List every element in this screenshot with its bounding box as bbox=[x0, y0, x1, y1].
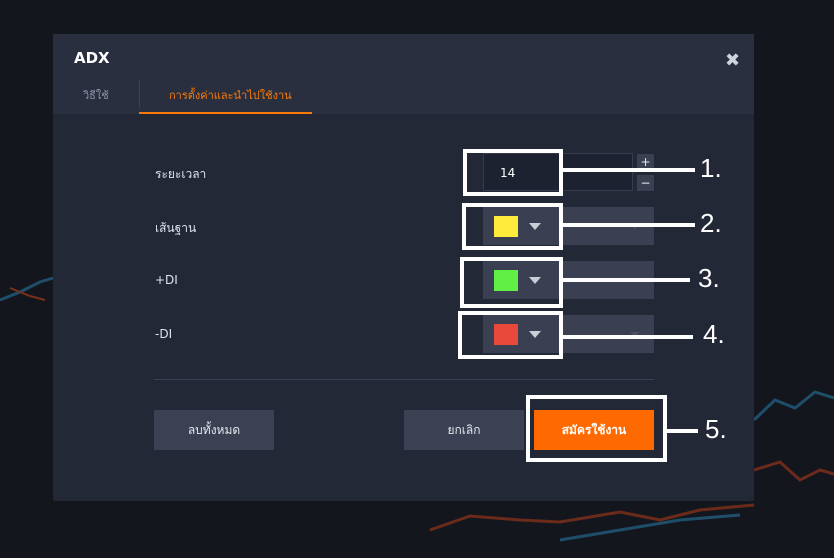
callout-number-3: 3. bbox=[698, 263, 720, 293]
callout-box-2 bbox=[462, 203, 563, 250]
baseline-label: เส้นฐาน bbox=[155, 221, 197, 235]
active-tab-indicator bbox=[139, 112, 312, 114]
separator bbox=[154, 379, 654, 380]
tab-usage[interactable]: วิธีใช้ bbox=[83, 86, 109, 104]
callout-box-1 bbox=[463, 149, 563, 196]
callout-line-1 bbox=[563, 168, 695, 172]
callout-number-5: 5. bbox=[705, 414, 727, 444]
dialog-title: ADX bbox=[74, 49, 110, 67]
callout-number-4: 4. bbox=[703, 319, 725, 349]
callout-line-3 bbox=[563, 278, 690, 282]
period-decrement-button[interactable]: − bbox=[637, 175, 654, 191]
period-label: ระยะเวลา bbox=[155, 167, 207, 181]
close-icon[interactable]: ✖ bbox=[725, 50, 740, 71]
callout-line-2 bbox=[563, 223, 695, 227]
dialog-header bbox=[53, 34, 754, 114]
callout-box-3 bbox=[460, 257, 563, 308]
callout-number-1: 1. bbox=[700, 153, 722, 183]
cancel-button[interactable]: ยกเลิก bbox=[404, 410, 524, 450]
plus-di-label: +DI bbox=[155, 273, 178, 287]
callout-line-4 bbox=[563, 335, 693, 339]
tab-divider bbox=[139, 80, 140, 108]
callout-box-4 bbox=[458, 311, 563, 359]
minus-di-label: -DI bbox=[155, 327, 173, 341]
callout-number-2: 2. bbox=[700, 208, 722, 238]
tab-settings[interactable]: การตั้งค่าและนำไปใช้งาน bbox=[169, 86, 292, 104]
callout-box-5 bbox=[526, 395, 667, 462]
callout-line-5 bbox=[667, 429, 698, 433]
reset-all-button[interactable]: ลบทั้งหมด bbox=[154, 410, 274, 450]
